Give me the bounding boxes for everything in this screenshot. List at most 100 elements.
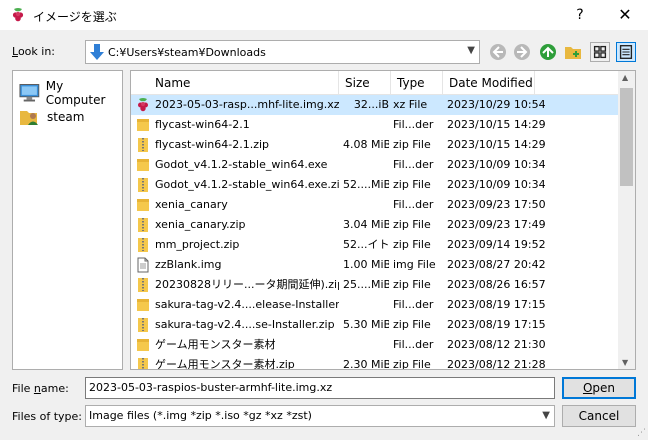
file-name: flycast-win64-2.1: [155, 118, 250, 131]
file-icon: [135, 257, 151, 273]
file-row[interactable]: 20230828リリー...ータ期間延伸).zip 25....MiB zip Fi…: [131, 275, 619, 295]
sidebar-item-label: My Computer: [45, 79, 106, 107]
file-date: 2023/08/26 16:57: [447, 278, 546, 291]
file-name-input[interactable]: 2023-05-03-raspios-buster-armhf-lite.img…: [85, 377, 555, 399]
resize-grip-icon[interactable]: ⋰: [637, 428, 646, 438]
file-size: 52....MiB: [343, 178, 389, 191]
file-size: 1.00 MiB: [343, 258, 389, 271]
scroll-up-icon[interactable]: ▲: [622, 73, 628, 82]
cancel-button[interactable]: Cancel: [562, 405, 636, 427]
file-type: Fil...der: [393, 338, 434, 351]
file-name: Godot_v4.1.2-stable_win64.exe.zip: [155, 178, 339, 191]
file-date: 2023/10/15 14:29: [447, 138, 546, 151]
help-button[interactable]: ?: [560, 0, 600, 30]
folder-icon: [135, 157, 151, 173]
column-header-date[interactable]: Date Modified: [443, 71, 535, 95]
look-in-path: C:¥Users¥steam¥Downloads: [108, 46, 266, 59]
zip-icon: [135, 217, 151, 233]
file-type-label: Files of type:: [12, 410, 83, 423]
file-date: 2023/08/12 21:30: [447, 338, 546, 351]
file-row[interactable]: xenia_canary.zip 3.04 MiB zip File 2023/09/…: [131, 215, 619, 235]
file-row[interactable]: flycast-win64-2.1.zip 4.08 MiB zip File 202…: [131, 135, 619, 155]
file-type: Fil...der: [393, 298, 434, 311]
look-in-combo[interactable]: C:¥Users¥steam¥Downloads ▼: [85, 40, 480, 64]
file-name: 2023-05-03-rasp...mhf-lite.img.xz: [155, 98, 339, 111]
back-button[interactable]: [488, 42, 508, 62]
file-name: 20230828リリー...ータ期間延伸).zip: [155, 278, 339, 291]
column-header-name[interactable]: Name: [149, 71, 339, 95]
column-header-size[interactable]: Size: [339, 71, 391, 95]
chevron-down-icon: ▼: [542, 410, 550, 421]
file-row[interactable]: flycast-win64-2.1 Fil...der 2023/10/15 14:…: [131, 115, 619, 135]
file-row[interactable]: ゲーム用モンスター素材.zip 2.30 MiB zip File 2023/08/1…: [131, 355, 619, 370]
file-date: 2023/08/27 20:42: [447, 258, 546, 271]
look-in-label: Look in:: [12, 45, 55, 58]
window-title: イメージを選ぶ: [33, 10, 117, 24]
file-size: 3.04 MiB: [343, 218, 389, 231]
user-folder-icon: [20, 111, 38, 125]
column-header-type[interactable]: Type: [391, 71, 443, 95]
file-name: mm_project.zip: [155, 238, 240, 251]
file-date: 2023/10/09 10:34: [447, 158, 546, 171]
list-view-button[interactable]: [590, 42, 610, 62]
file-row[interactable]: sakura-tag-v2.4....se-Installer.zip 5.30 …: [131, 315, 619, 335]
sidebar-item-label: steam: [47, 110, 85, 124]
file-name: ゲーム用モンスター素材.zip: [155, 358, 295, 370]
file-type: zip File: [393, 358, 431, 370]
file-type-combo[interactable]: Image files (*.img *zip *.iso *gz *xz *z…: [85, 405, 555, 427]
raspberry-icon: [12, 8, 24, 22]
parent-directory-button[interactable]: [538, 42, 558, 62]
close-button[interactable]: ✕: [602, 0, 648, 30]
file-name: zzBlank.img: [155, 258, 222, 271]
file-row[interactable]: Godot_v4.1.2-stable_win64.exe Fil...der 20…: [131, 155, 619, 175]
open-button[interactable]: Open: [562, 377, 636, 399]
computer-icon: [19, 84, 40, 102]
file-type: zip File: [393, 278, 431, 291]
file-date: 2023/08/12 21:28: [447, 358, 546, 370]
new-folder-button[interactable]: [563, 42, 583, 62]
detail-view-button[interactable]: [616, 42, 636, 62]
zip-icon: [135, 357, 151, 369]
file-type: Fil...der: [393, 198, 434, 211]
file-type: img File: [393, 258, 436, 271]
file-row[interactable]: sakura-tag-v2.4....elease-Installer Fil..…: [131, 295, 619, 315]
file-type: zip File: [393, 318, 431, 331]
file-row[interactable]: Godot_v4.1.2-stable_win64.exe.zip 52....M…: [131, 175, 619, 195]
file-row[interactable]: xenia_canary Fil...der 2023/09/23 17:50: [131, 195, 619, 215]
zip-icon: [135, 317, 151, 333]
file-type: zip File: [393, 178, 431, 191]
file-date: 2023/08/19 17:15: [447, 298, 546, 311]
file-size: 25....MiB: [343, 278, 389, 291]
file-date: 2023/08/19 17:15: [447, 318, 546, 331]
file-type: Fil...der: [393, 158, 434, 171]
forward-button[interactable]: [512, 42, 532, 62]
vertical-scrollbar[interactable]: ▲ ▼: [618, 71, 635, 369]
scroll-down-icon[interactable]: ▼: [622, 358, 628, 367]
file-type: zip File: [393, 218, 431, 231]
file-name: sakura-tag-v2.4....se-Installer.zip: [155, 318, 335, 331]
file-size: 2.30 MiB: [343, 358, 389, 370]
file-name: xenia_canary.zip: [155, 218, 246, 231]
file-row[interactable]: mm_project.zip 52...イト zip File 2023/09/14 …: [131, 235, 619, 255]
scroll-thumb[interactable]: [620, 88, 633, 186]
file-name-label: File name:: [12, 382, 69, 395]
zip-icon: [135, 137, 151, 153]
sidebar-item-my-computer[interactable]: My Computer: [19, 79, 122, 107]
file-type-value: Image files (*.img *zip *.iso *gz *xz *z…: [89, 409, 312, 422]
file-list[interactable]: Name Size Type Date Modified 2023-05-03-…: [130, 70, 636, 370]
file-name: xenia_canary: [155, 198, 228, 211]
file-date: 2023/10/09 10:34: [447, 178, 546, 191]
file-date: 2023/10/15 14:29: [447, 118, 546, 131]
file-type: zip File: [393, 138, 431, 151]
file-row[interactable]: ゲーム用モンスター素材 Fil...der 2023/08/12 21:30: [131, 335, 619, 355]
file-rows: 2023-05-03-rasp...mhf-lite.img.xz 32...iB…: [131, 95, 619, 370]
folder-icon: [135, 197, 151, 213]
file-row[interactable]: zzBlank.img 1.00 MiB img File 2023/08/27 20…: [131, 255, 619, 275]
zip-icon: [135, 237, 151, 253]
file-size: 4.08 MiB: [343, 138, 389, 151]
file-name: flycast-win64-2.1.zip: [155, 138, 270, 151]
sidebar-item-steam[interactable]: steam: [19, 107, 84, 127]
file-row[interactable]: 2023-05-03-rasp...mhf-lite.img.xz 32...iB…: [131, 95, 619, 115]
file-name: Godot_v4.1.2-stable_win64.exe: [155, 158, 328, 171]
file-size: 32...iB: [353, 98, 389, 111]
